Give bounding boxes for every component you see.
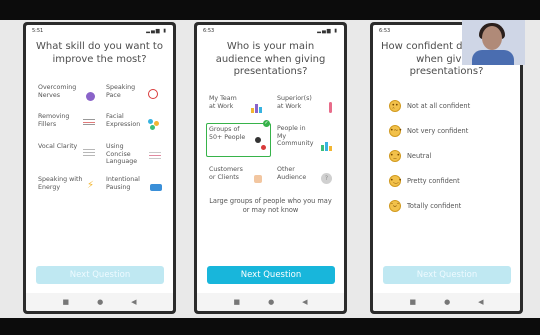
status-time: 6:53 <box>203 28 215 34</box>
filler-text-icon <box>83 119 95 125</box>
pause-bubble-icon <box>150 184 162 191</box>
speedometer-icon <box>148 89 158 99</box>
next-question-button[interactable]: Next Question <box>207 266 335 284</box>
option-label: Pretty confident <box>407 177 460 185</box>
option-speaking-pace[interactable]: Speaking Pace <box>106 84 144 99</box>
video-top-bar <box>0 0 540 20</box>
check-icon: ✓ <box>263 120 270 127</box>
video-bottom-bar <box>0 318 540 335</box>
purple-circle-icon <box>86 92 95 101</box>
bar-chart-icon <box>251 103 263 113</box>
nav-back-icon[interactable]: ◀ <box>478 298 483 306</box>
question-title: Who is your main audience when giving pr… <box>215 41 326 77</box>
option-vocal-clarity[interactable]: Vocal Clarity <box>38 143 78 151</box>
status-icons: ▂▄▆ ▮ <box>146 28 167 34</box>
option-intentional-pausing[interactable]: Intentional Pausing <box>106 176 148 191</box>
nav-home-icon[interactable]: ● <box>97 298 103 306</box>
option-label: Totally confident <box>407 202 462 210</box>
clarity-lines-icon <box>83 149 95 157</box>
smile-face-icon: •‿• <box>389 175 402 187</box>
colored-dots-icon <box>148 119 160 131</box>
neutral-face-icon: •_• <box>389 150 401 162</box>
status-bar: 5:51 ▂▄▆ ▮ <box>26 25 173 37</box>
grin-face-icon: ᵔᴗᵔ <box>389 200 401 212</box>
nav-home-icon[interactable]: ● <box>268 298 274 306</box>
android-nav-bar: ■ ● ◀ <box>197 293 344 311</box>
option-not-at-all-confident[interactable]: •̯• Not at all confident <box>389 100 470 112</box>
option-not-very-confident[interactable]: •~• Not very confident <box>389 125 468 137</box>
option-customers-or-clients[interactable]: Customers or Clients <box>209 166 249 181</box>
option-people-in-my-community[interactable]: People in My Community <box>277 125 315 148</box>
webcam-overlay <box>462 20 525 65</box>
status-bar: 6:53 ▂▄▆ ▮ <box>197 25 344 37</box>
next-question-button[interactable]: Next Question <box>36 266 164 284</box>
option-description: Large groups of people who you may or ma… <box>209 197 332 214</box>
unsure-face-icon: •~• <box>389 125 402 137</box>
option-label: Neutral <box>407 152 432 160</box>
nav-recents-icon[interactable]: ■ <box>233 298 240 306</box>
phone-skill-question: 5:51 ▂▄▆ ▮ What skill do you want to imp… <box>23 22 176 314</box>
status-icons: ▂▄▆ ▮ <box>317 28 338 34</box>
option-superiors-at-work[interactable]: Superior(s) at Work <box>277 95 319 110</box>
option-neutral[interactable]: •_• Neutral <box>389 150 431 162</box>
record-dot-icon <box>261 145 266 150</box>
nav-home-icon[interactable]: ● <box>444 298 450 306</box>
nav-recents-icon[interactable]: ■ <box>62 298 69 306</box>
community-icon <box>321 141 333 151</box>
status-time: 6:53 <box>379 28 391 34</box>
option-label: Not at all confident <box>407 102 471 110</box>
phone-screen: 5:51 ▂▄▆ ▮ What skill do you want to imp… <box>26 25 173 311</box>
question-icon: ? <box>321 173 332 184</box>
option-other-audience[interactable]: Other Audience <box>277 166 313 181</box>
nav-back-icon[interactable]: ◀ <box>131 298 136 306</box>
phone-audience-question: 6:53 ▂▄▆ ▮ Who is your main audience whe… <box>194 22 347 314</box>
status-time: 5:51 <box>32 28 44 34</box>
android-nav-bar: ■ ● ◀ <box>26 293 173 311</box>
worried-face-icon: •̯• <box>389 100 401 112</box>
microphone-icon <box>255 137 261 143</box>
option-groups-of-50-plus[interactable]: Groups of 50+ People <box>209 126 249 141</box>
option-overcoming-nerves[interactable]: Overcoming Nerves <box>38 84 82 99</box>
option-label: Not very confident <box>407 127 469 135</box>
option-concise-language[interactable]: Using Concise Language <box>106 143 146 166</box>
text-lines-icon <box>149 152 161 160</box>
hand-icon <box>254 175 262 183</box>
option-pretty-confident[interactable]: •‿• Pretty confident <box>389 175 460 187</box>
android-nav-bar: ■ ● ◀ <box>373 293 520 311</box>
nav-recents-icon[interactable]: ■ <box>409 298 416 306</box>
option-totally-confident[interactable]: ᵔᴗᵔ Totally confident <box>389 200 461 212</box>
option-removing-fillers[interactable]: Removing Fillers <box>38 113 78 128</box>
phone-screen: 6:53 ▂▄▆ ▮ Who is your main audience whe… <box>197 25 344 311</box>
presenter-body <box>472 50 514 65</box>
next-question-button[interactable]: Next Question <box>383 266 511 284</box>
phone-screen: 6:53 ▂▄▆ ▮ How confident do you feel whe… <box>373 25 520 311</box>
nav-back-icon[interactable]: ◀ <box>302 298 307 306</box>
option-speaking-with-energy[interactable]: Speaking with Energy <box>38 176 84 191</box>
lightning-icon: ⚡ <box>87 180 95 191</box>
question-title: What skill do you want to improve the mo… <box>36 41 163 65</box>
phone-confidence-question: 6:53 ▂▄▆ ▮ How confident do you feel whe… <box>370 22 523 314</box>
presenter-face <box>482 26 502 50</box>
option-facial-expression[interactable]: Facial Expression <box>106 113 146 128</box>
option-my-team-at-work[interactable]: My Team at Work <box>209 95 245 110</box>
thermometer-icon <box>329 102 332 113</box>
